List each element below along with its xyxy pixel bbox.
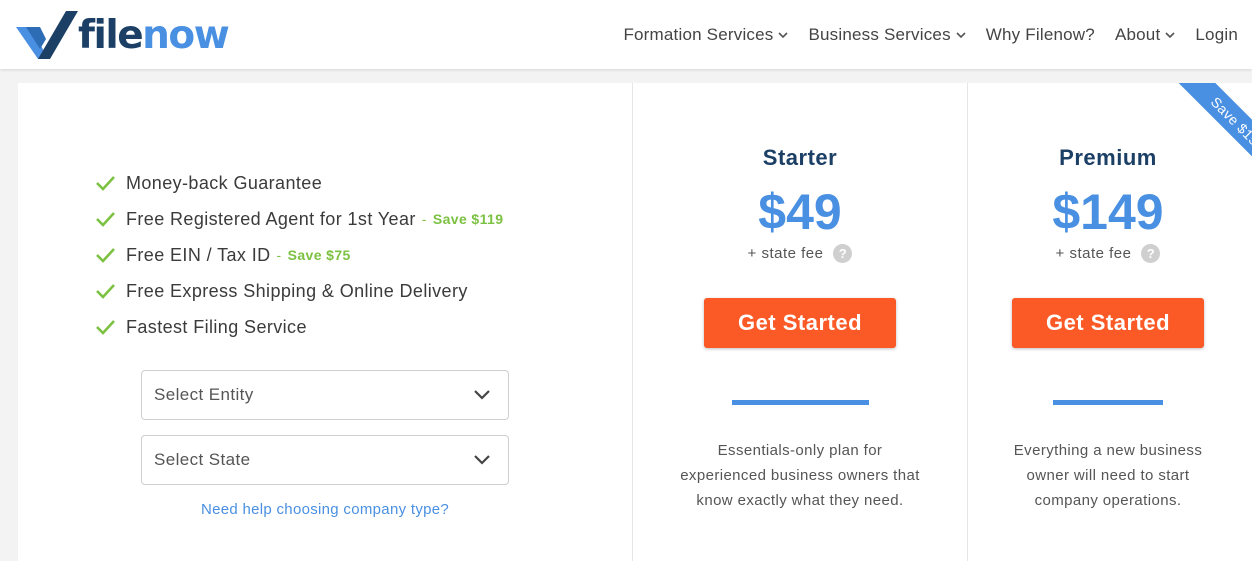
nav-formation-services[interactable]: Formation Services — [623, 24, 789, 45]
plan-description: Essentials-only plan for experienced bus… — [633, 438, 967, 513]
feature-save-note: Save $75 — [287, 247, 351, 263]
logo-word-file: file — [78, 12, 144, 58]
plan-description: Everything a new business owner will nee… — [968, 438, 1248, 513]
chevron-down-icon — [1165, 31, 1175, 38]
save-ribbon: Save $159 — [1140, 83, 1252, 195]
plan-description-line: Essentials-only plan for — [717, 442, 883, 459]
check-icon — [96, 248, 115, 263]
feature-item: Free Registered Agent for 1st Year - Sav… — [95, 201, 503, 237]
feature-text: Money-back Guarantee — [126, 172, 323, 193]
main-nav: Formation Services Business Services Why… — [603, 0, 1238, 69]
chevron-down-icon — [956, 31, 966, 38]
plan-fee-text: + state fee — [1055, 245, 1132, 262]
plan-starter: Starter $49 + state fee ? Get Started Es… — [633, 83, 967, 561]
nav-why-filenow[interactable]: Why Filenow? — [986, 25, 1095, 45]
feature-text: Free EIN / Tax ID — [126, 244, 271, 265]
logo-mark-icon — [16, 11, 78, 59]
nav-why-filenow-label: Why Filenow? — [985, 24, 1095, 44]
logo-wordmark: filenow — [78, 12, 230, 58]
feature-text: Fastest Filing Service — [126, 316, 307, 337]
site-header: filenow Formation Services Business Serv… — [0, 0, 1252, 69]
plan-description-line: experienced business owners that — [680, 467, 920, 484]
plan-description-line: Everything a new business — [1013, 442, 1203, 459]
plan-fee: + state fee ? — [968, 244, 1248, 263]
nav-formation-services-label: Formation Services — [623, 24, 774, 44]
save-dash: - — [276, 247, 282, 263]
question-icon[interactable]: ? — [833, 244, 853, 263]
check-icon — [96, 176, 115, 191]
save-ribbon-label: Save $159 — [1172, 83, 1252, 190]
save-dash: - — [421, 211, 427, 227]
nav-business-services-label: Business Services — [808, 24, 951, 44]
state-select-value: Select State — [154, 450, 251, 469]
feature-item: Free Express Shipping & Online Delivery — [95, 273, 503, 309]
check-icon — [96, 212, 115, 227]
check-icon — [96, 284, 115, 299]
logo-word-now: now — [142, 12, 230, 58]
plan-price: $49 — [758, 184, 842, 240]
chevron-down-icon — [474, 390, 490, 400]
chevron-down-icon — [778, 31, 789, 38]
entity-select-value: Select Entity — [154, 385, 254, 404]
plan-divider — [1053, 400, 1163, 405]
feature-text: Free Registered Agent for 1st Year — [126, 208, 416, 229]
nav-business-services[interactable]: Business Services — [808, 24, 966, 45]
plan-fee: + state fee ? — [633, 244, 967, 263]
nav-login-label: Login — [1195, 24, 1238, 44]
nav-about-label: About — [1114, 24, 1161, 44]
plan-description-line: know exactly what they need. — [696, 492, 904, 509]
question-icon[interactable]: ? — [1141, 244, 1161, 263]
feature-save-note: Save $119 — [432, 211, 504, 227]
feature-item: Money-back Guarantee — [95, 165, 503, 201]
company-type-help-link[interactable]: Need help choosing company type? — [141, 501, 509, 518]
starter-get-started-button[interactable]: Get Started — [704, 298, 896, 348]
plan-description-line: company operations. — [1034, 492, 1182, 509]
plan-name: Starter — [762, 145, 838, 170]
plan-divider — [732, 400, 869, 405]
nav-login[interactable]: Login — [1195, 25, 1238, 45]
logo[interactable]: filenow — [16, 8, 230, 60]
plan-fee-text: + state fee — [747, 245, 824, 262]
nav-about[interactable]: About — [1115, 25, 1175, 45]
feature-item: Free EIN / Tax ID - Save $75 — [95, 237, 503, 273]
state-select[interactable]: Select State — [141, 435, 509, 485]
chevron-down-icon — [474, 455, 490, 465]
plan-description-line: owner will need to start — [1026, 467, 1190, 484]
premium-get-started-button[interactable]: Get Started — [1012, 298, 1204, 348]
feature-item: Fastest Filing Service — [95, 309, 503, 345]
entity-select[interactable]: Select Entity — [141, 370, 509, 420]
check-icon — [96, 320, 115, 335]
feature-text: Free Express Shipping & Online Delivery — [126, 280, 468, 301]
feature-list: Money-back Guarantee Free Registered Age… — [95, 165, 503, 345]
